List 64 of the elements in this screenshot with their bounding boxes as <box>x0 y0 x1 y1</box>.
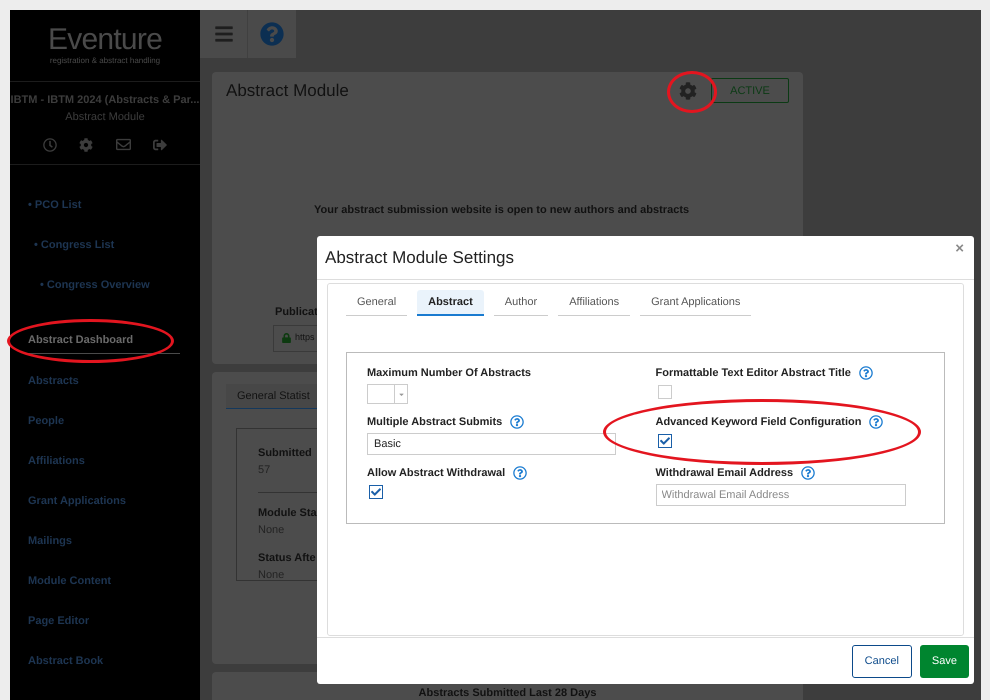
help-icon[interactable] <box>513 466 528 480</box>
logo-tagline: registration & abstract handling <box>50 54 160 66</box>
dialog-tab[interactable]: Grant Applications <box>640 290 752 316</box>
dialog-tab[interactable]: Abstract <box>417 290 484 316</box>
mail-icon[interactable] <box>116 137 131 152</box>
url-text: https <box>295 331 315 344</box>
dialog-tab[interactable]: Author <box>494 290 548 316</box>
breadcrumb-link[interactable]: • Congress List <box>34 236 114 254</box>
breadcrumb-link[interactable]: • Congress Overview <box>40 276 150 294</box>
stat-label: Module Sta <box>258 506 318 521</box>
logo-wordmark: Eventure <box>48 24 162 54</box>
stat-label: Status Afte <box>258 551 317 566</box>
email-input[interactable]: Withdrawal Email Address <box>656 484 906 506</box>
status-badge: ACTIVE <box>711 78 789 104</box>
publication-label: Publicat <box>275 305 319 320</box>
checkbox[interactable] <box>658 434 672 448</box>
settings-icon[interactable] <box>679 82 697 100</box>
caret-icon <box>398 390 404 398</box>
field-label: Maximum Number Of Abstracts <box>367 366 532 381</box>
help-icon <box>260 22 284 46</box>
module-name: Abstract Module <box>65 110 145 124</box>
highlight-ellipse <box>667 71 717 113</box>
stat-label: Submitted <box>258 446 313 461</box>
help-icon[interactable] <box>801 466 816 480</box>
logout-icon[interactable] <box>152 138 167 152</box>
help-icon[interactable] <box>858 366 873 380</box>
save-button[interactable]: Save <box>920 644 969 678</box>
sidebar-item[interactable]: Page Editor <box>28 608 90 634</box>
field-label: Withdrawal Email Address <box>656 466 794 481</box>
check-icon <box>371 487 381 497</box>
event-title: IBTM - IBTM 2024 (Abstracts & Par... <box>10 93 200 108</box>
sidebar-item[interactable]: Affiliations <box>28 448 85 474</box>
sidebar-item[interactable]: Abstract Book <box>28 648 104 674</box>
menu-icon <box>214 24 234 44</box>
sidebar-item[interactable]: Grant Applications <box>28 488 126 514</box>
field-label: Advanced Keyword Field Configuration <box>656 414 862 430</box>
help-icon[interactable] <box>869 415 884 429</box>
lock-icon <box>282 333 291 343</box>
sidebar-item[interactable]: Abstracts <box>28 368 79 394</box>
status-message: Your abstract submission website is open to new authors and abstracts <box>314 202 690 218</box>
field-label: Formattable Text Editor Abstract Title <box>656 366 851 381</box>
help-icon[interactable] <box>510 415 524 429</box>
check-icon <box>660 436 670 446</box>
select-field[interactable]: Basic <box>367 433 616 455</box>
dialog-tab[interactable]: Affiliations <box>558 290 630 316</box>
sidebar-item[interactable]: Mailings <box>28 528 72 554</box>
number-select[interactable] <box>367 384 408 404</box>
chart-title: Abstracts Submitted Last 28 Days <box>418 686 596 700</box>
field-label: Allow Abstract Withdrawal <box>367 466 506 481</box>
dialog-title: Abstract Module Settings <box>325 246 514 269</box>
field-label: Multiple Abstract Submits <box>367 414 502 430</box>
card-title: Abstract Module <box>226 80 349 102</box>
help-button[interactable] <box>248 10 296 58</box>
sidebar-item[interactable]: Module Content <box>28 568 112 594</box>
checkbox[interactable] <box>369 485 383 499</box>
cancel-button[interactable]: Cancel <box>852 644 912 678</box>
sidebar-item[interactable]: People <box>28 408 64 434</box>
dialog-tab[interactable]: General <box>346 290 408 316</box>
clock-icon[interactable] <box>43 138 58 152</box>
settings-icon[interactable] <box>79 138 94 152</box>
sidebar-item[interactable]: Abstract Dashboard <box>28 328 180 354</box>
menu-button[interactable] <box>200 10 248 58</box>
close-button[interactable]: × <box>955 238 964 260</box>
breadcrumb-link[interactable]: • PCO List <box>28 196 82 214</box>
